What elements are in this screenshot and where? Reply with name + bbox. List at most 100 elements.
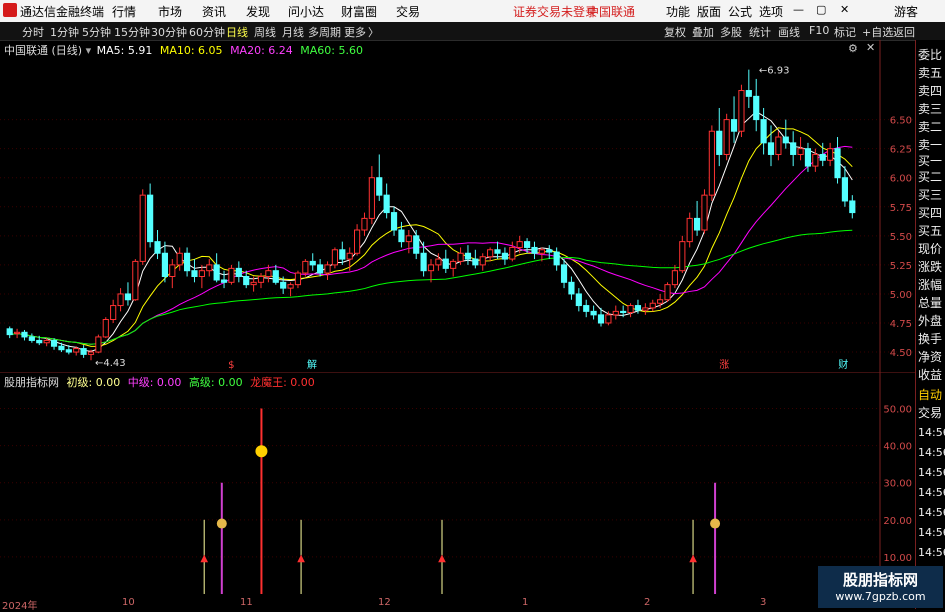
tab-intraday[interactable]: 分时 (22, 24, 44, 40)
candle-body (708, 130, 715, 196)
candle (730, 96, 738, 143)
candle (80, 345, 87, 358)
period-toolbar: 分时 1分钟 5分钟 15分钟 30分钟 60分钟 日线 周线 月线 多周期 更… (0, 22, 945, 41)
indicator-tick-label: 20.00 (883, 516, 912, 527)
candle-body (509, 246, 516, 260)
back-button[interactable]: 返回 (893, 24, 915, 40)
candle-body (642, 307, 649, 311)
tab-weekly[interactable]: 周线 (254, 24, 276, 40)
x-tick-jan: 1 (522, 597, 529, 608)
menu-item-markets[interactable]: 市场 (158, 3, 182, 20)
candle (331, 247, 338, 269)
candle (701, 189, 708, 234)
trade-time: 14:56 (918, 446, 945, 459)
f10-button[interactable]: F10 (809, 24, 829, 37)
close-icon[interactable]: ✕ (840, 3, 849, 16)
candle (664, 282, 671, 303)
event-marker: 财 (838, 358, 848, 371)
ma5-value: MA5: 5.91 (96, 44, 153, 57)
candle-body (435, 258, 442, 266)
smiley-icon (255, 445, 268, 458)
candle-body (309, 260, 316, 266)
mark-button[interactable]: 标记 (834, 24, 856, 40)
tab-15min[interactable]: 15分钟 (114, 24, 150, 40)
event-marker: 涨 (719, 359, 729, 371)
candle-body (73, 348, 80, 353)
tab-1min[interactable]: 1分钟 (50, 24, 79, 40)
guest-label[interactable]: 游客 (894, 3, 918, 20)
menu-layout[interactable]: 版面 (697, 3, 721, 20)
menu-formula[interactable]: 公式 (728, 3, 752, 20)
menu-item-news[interactable]: 资讯 (202, 3, 226, 20)
x-tick-feb: 2 (644, 597, 651, 608)
kline-svg[interactable]: 6.50 6.25 6.00 5.75 5.50 5.25 5.00 4.75 4.50 ←6.… (0, 40, 915, 372)
candle (745, 69, 752, 108)
candle-body (198, 270, 205, 278)
tab-60min[interactable]: 60分钟 (189, 24, 225, 40)
candle-body (812, 153, 819, 167)
add-watchlist-button[interactable]: +自选 (862, 24, 893, 40)
tab-more[interactable]: 更多 (344, 24, 366, 40)
close-panel-icon[interactable]: ✕ (866, 41, 875, 54)
candle-body (427, 264, 435, 272)
candle-body (701, 194, 708, 231)
minimize-icon[interactable]: — (793, 3, 804, 16)
candle-body (605, 314, 612, 324)
candle-body (390, 212, 398, 231)
candle-body (730, 119, 738, 132)
trade-time: 14:56 (918, 506, 945, 519)
menu-item-wenxiaoda[interactable]: 问小达 (288, 3, 324, 20)
candle (708, 125, 715, 201)
tab-30min[interactable]: 30分钟 (151, 24, 187, 40)
candle (383, 183, 390, 219)
sidebar-item: 买一 (918, 154, 943, 168)
restore-icon[interactable]: ▢ (816, 3, 826, 16)
tab-5min[interactable]: 5分钟 (82, 24, 111, 40)
settings-icon[interactable]: ▾ (86, 44, 92, 57)
candle-body (302, 260, 309, 274)
menu-functions[interactable]: 功能 (666, 3, 690, 20)
sidebar-item: 净资 (918, 350, 943, 364)
login-status[interactable]: 证券交易未登录 (513, 3, 597, 20)
tab-monthly[interactable]: 月线 (282, 24, 304, 40)
candle-body (324, 264, 331, 274)
trade-label[interactable]: 交易 (918, 406, 942, 420)
menu-options[interactable]: 选项 (759, 3, 783, 20)
app-logo-icon (3, 3, 17, 17)
candle (627, 303, 634, 318)
statistics-button[interactable]: 统计 (749, 24, 771, 40)
menu-item-market[interactable]: 行情 (112, 3, 136, 20)
auto-trade-label[interactable]: 自动 (918, 388, 942, 402)
candle (464, 245, 472, 265)
menu-item-discover[interactable]: 发现 (246, 3, 270, 20)
candle-body (213, 264, 220, 281)
close-chart-icon[interactable]: ⚙ (848, 42, 858, 55)
candle-body (657, 299, 664, 304)
draw-line-button[interactable]: 画线 (778, 24, 800, 40)
overlay-button[interactable]: 叠加 (692, 24, 714, 40)
candle (294, 270, 302, 289)
indicator-panel[interactable]: ▲ ▲ ▲ ▲ 50.00 40.00 30.00 20.00 10.00 股朋指标网 初级:… (0, 371, 915, 600)
candle-body (110, 305, 117, 321)
restore-rights-button[interactable]: 复权 (664, 24, 686, 40)
candle-body (546, 249, 553, 253)
candle (124, 282, 132, 306)
candle-body (538, 249, 545, 254)
candle (797, 137, 804, 161)
multi-stock-button[interactable]: 多股 (720, 24, 742, 40)
tab-multi-period[interactable]: 多周期 (308, 24, 341, 40)
candle-body (317, 264, 324, 274)
up-arrow-icon: ▲ (689, 553, 697, 564)
menu-item-trade[interactable]: 交易 (396, 3, 420, 20)
candle-body (597, 314, 605, 324)
x-tick-2024: 2024年 (2, 601, 38, 612)
candle-body (21, 331, 28, 338)
candle-body (294, 272, 302, 286)
chevron-right-icon[interactable]: 〉 (368, 24, 379, 40)
menu-item-wealth-circle[interactable]: 财富圈 (341, 3, 377, 20)
candle-body (228, 267, 235, 283)
tab-daily[interactable]: 日线 (226, 24, 248, 40)
main-chart[interactable]: 6.50 6.25 6.00 5.75 5.50 5.25 5.00 4.75 4.50 ←6.… (0, 40, 915, 372)
indicator-svg[interactable]: ▲ ▲ ▲ ▲ 50.00 40.00 30.00 20.00 10.00 (0, 371, 915, 600)
candle (28, 333, 35, 343)
